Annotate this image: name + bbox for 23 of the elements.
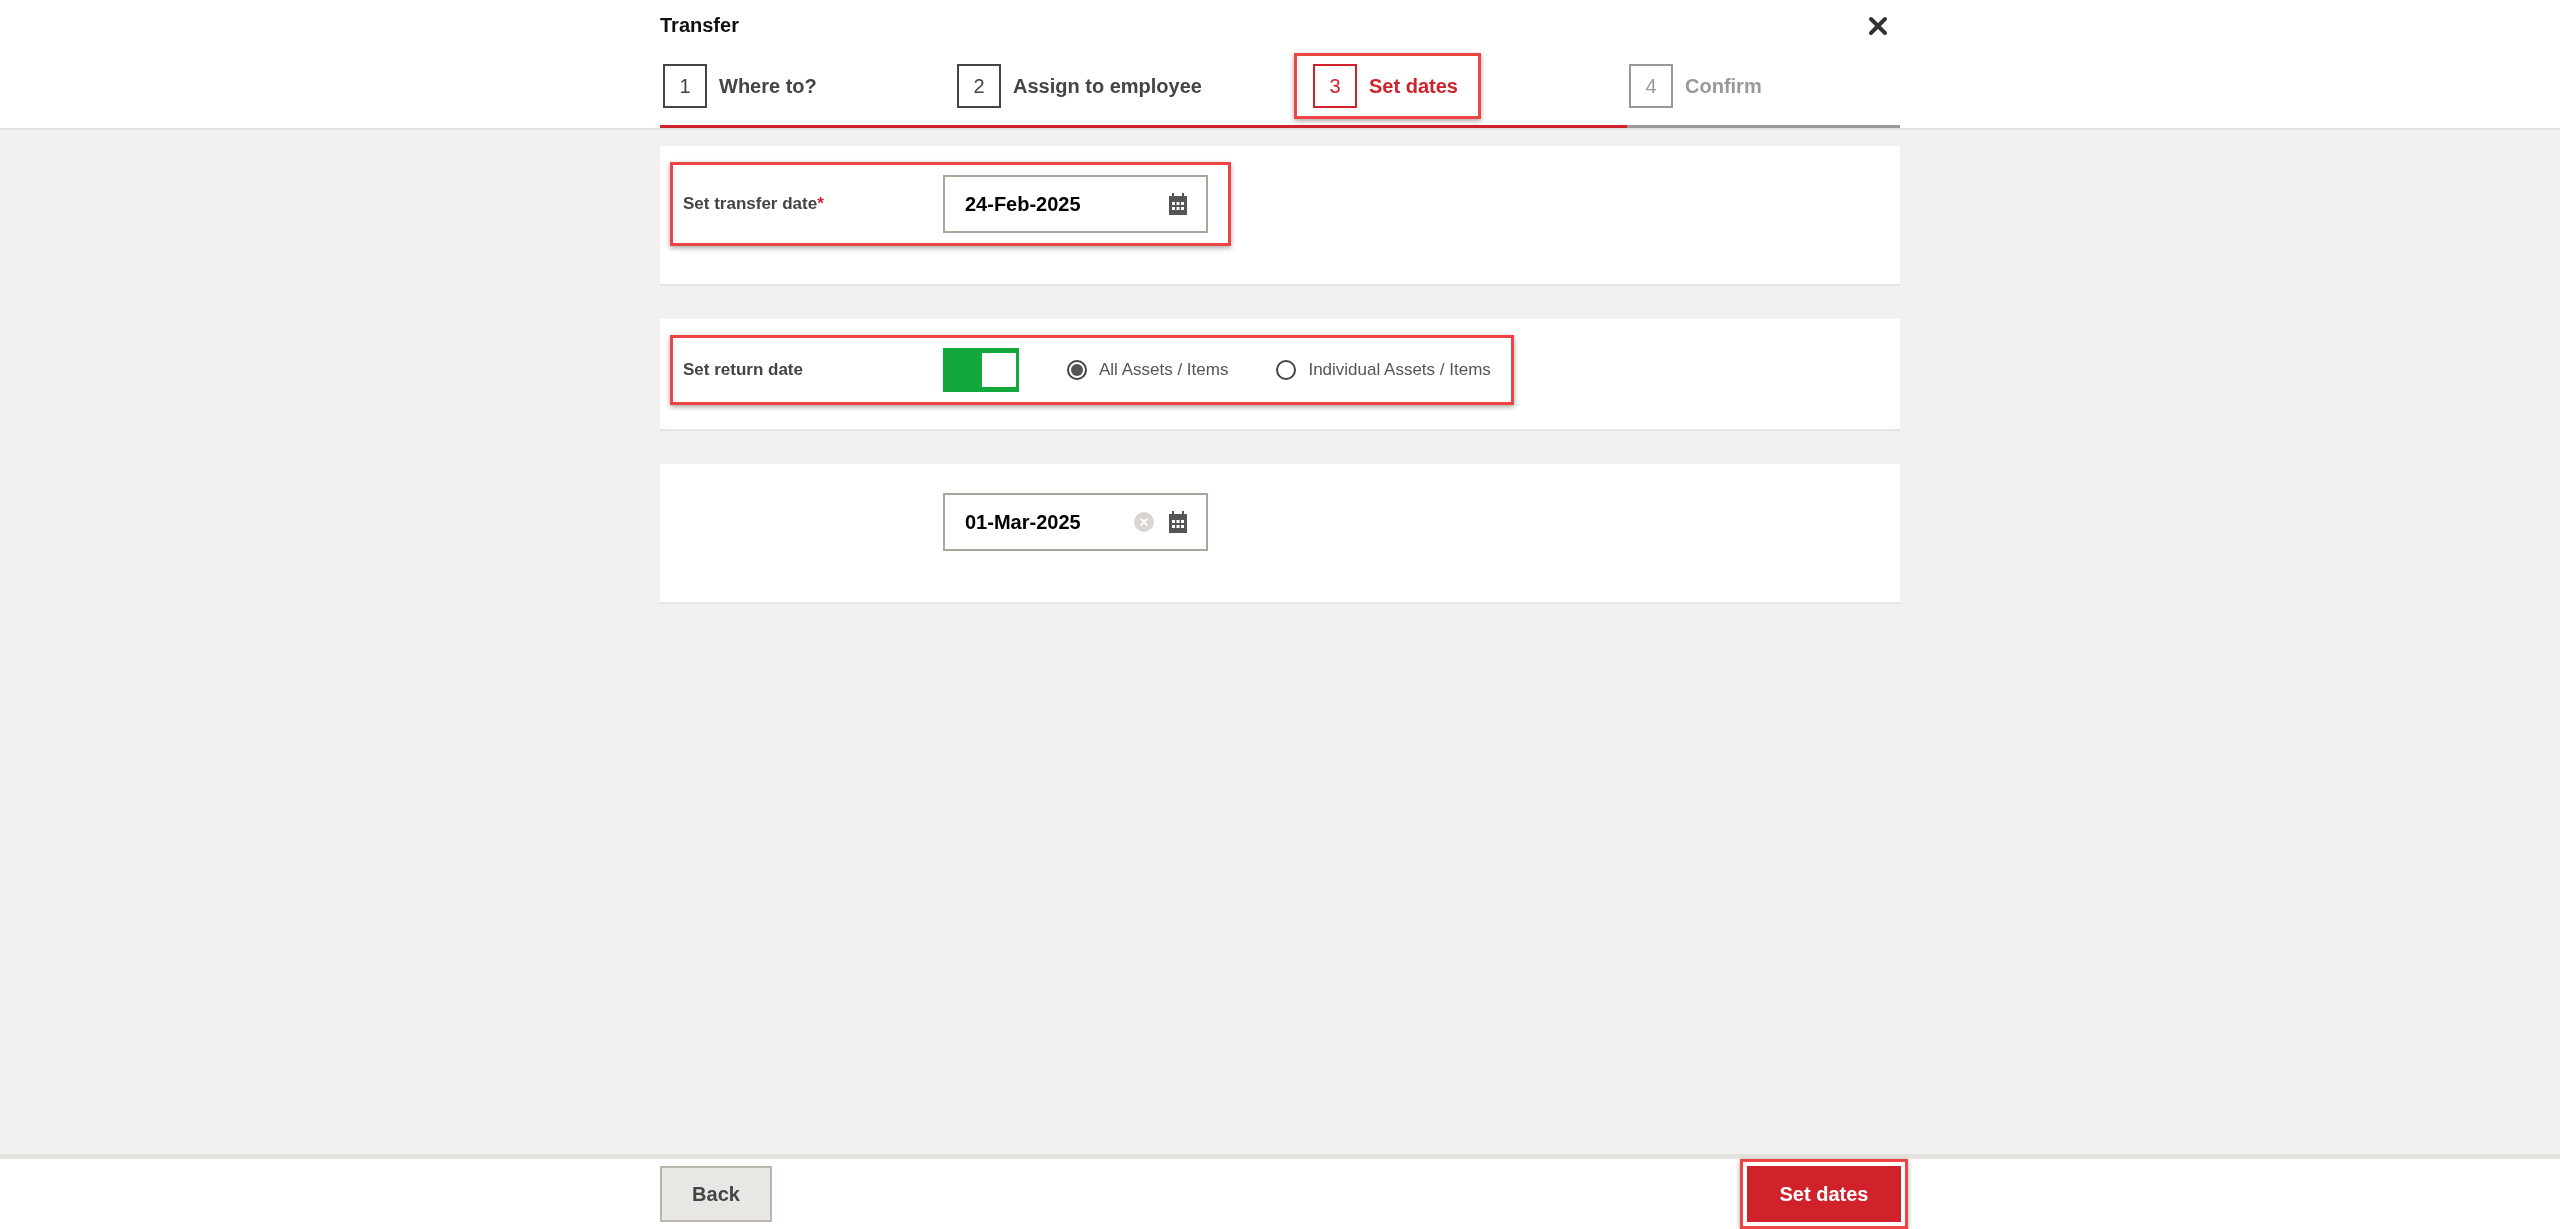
required-asterisk: *: [817, 194, 824, 213]
field-label: Set return date: [683, 360, 804, 380]
back-button[interactable]: Back: [660, 1166, 772, 1222]
step-tab[interactable]: 1 Where to?: [660, 56, 840, 116]
step-number: 3: [1313, 64, 1357, 108]
date-field[interactable]: 01-Mar-2025: [943, 493, 1208, 551]
radio-button[interactable]: [1067, 360, 1087, 380]
radio-option[interactable]: Individual Assets / Items: [1276, 360, 1491, 380]
radio-button[interactable]: [1276, 360, 1297, 380]
date-field[interactable]: 24-Feb-2025: [943, 175, 1208, 233]
close-icon[interactable]: [1868, 15, 1888, 36]
field-label: Set transfer date*: [683, 194, 825, 214]
step-tab[interactable]: 2 Assign to employee: [954, 56, 1225, 116]
step-tab[interactable]: 3 Set dates: [1294, 53, 1481, 119]
toggle-switch[interactable]: [943, 348, 1019, 392]
radio-option[interactable]: All Assets / Items: [1067, 360, 1229, 380]
dialog-title: Transfer: [660, 14, 739, 37]
calendar-icon[interactable]: [1168, 193, 1188, 215]
set-dates-button[interactable]: Set dates: [1740, 1159, 1908, 1229]
step-number: 1: [663, 64, 707, 108]
calendar-icon[interactable]: [1168, 511, 1188, 533]
step-number: 2: [957, 64, 1001, 108]
step-number: 4: [1629, 64, 1673, 108]
